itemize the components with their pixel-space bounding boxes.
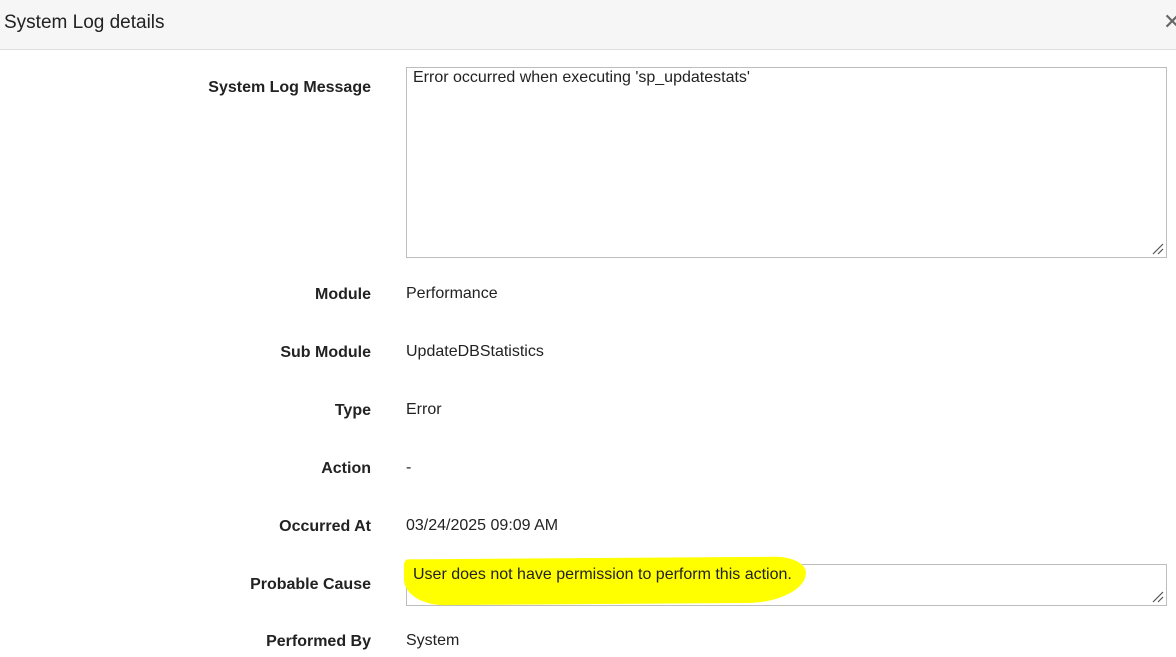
resize-grip-icon[interactable] (1152, 243, 1164, 255)
sub-module-value: UpdateDBStatistics (406, 343, 544, 360)
occurred-at-label: Occurred At (279, 518, 371, 535)
system-log-message-label: System Log Message (208, 79, 371, 96)
dialog-title: System Log details (4, 12, 165, 33)
type-value: Error (406, 401, 442, 418)
type-label: Type (334, 402, 371, 419)
module-label: Module (315, 286, 371, 303)
occurred-at-value: 03/24/2025 09:09 AM (406, 517, 559, 534)
resize-grip-icon[interactable] (1152, 591, 1164, 603)
system-log-details-dialog: System Log details ✕ System Log Message … (0, 0, 1176, 657)
action-value: - (406, 459, 412, 476)
probable-cause-label: Probable Cause (250, 576, 371, 593)
sub-module-label: Sub Module (280, 344, 371, 361)
system-log-message-text: Error occurred when executing 'sp_update… (413, 69, 750, 86)
dialog-header: System Log details ✕ (0, 0, 1176, 50)
performed-by-label: Performed By (266, 633, 371, 650)
action-label: Action (321, 460, 371, 477)
performed-by-value: System (406, 632, 460, 649)
probable-cause-text: User does not have permission to perform… (413, 566, 792, 583)
system-log-message-field[interactable]: Error occurred when executing 'sp_update… (406, 67, 1167, 258)
module-value: Performance (406, 285, 498, 302)
close-icon[interactable]: ✕ (1163, 10, 1176, 34)
